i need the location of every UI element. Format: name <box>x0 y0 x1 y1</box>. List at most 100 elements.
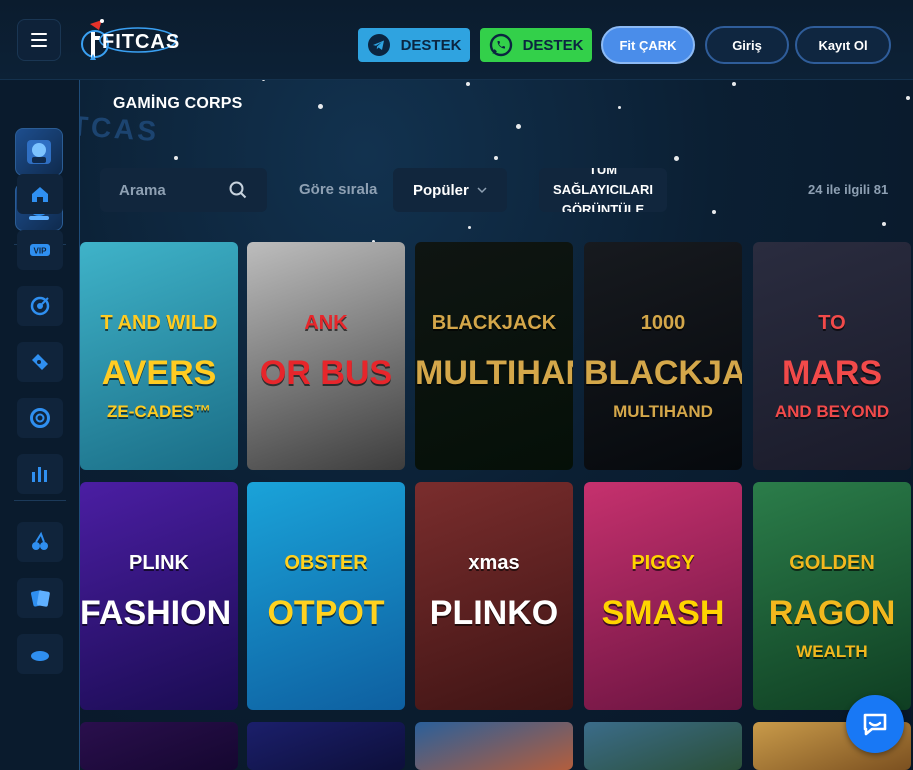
sidebar-item-vip[interactable]: VIP <box>17 230 63 270</box>
sidebar-item-cherry[interactable] <box>17 522 63 562</box>
snowflake <box>468 226 471 229</box>
game-title-line2: BLACKJACK <box>584 354 742 392</box>
sidebar-item-target[interactable] <box>17 286 63 326</box>
register-button[interactable]: Kayıt Ol <box>795 26 891 64</box>
game-title-line1: GOLDEN <box>789 552 875 574</box>
snowflake <box>906 96 910 100</box>
game-title-line3: AND BEYOND <box>774 402 890 421</box>
menu-line <box>31 45 47 47</box>
snowflake <box>466 82 470 86</box>
game-title-line1: TO <box>818 312 846 334</box>
game-title-line2: MULTIHAND <box>415 354 573 392</box>
game-title-line3: ZE-CADES™ <box>107 402 211 421</box>
sidebar-item-chart[interactable] <box>17 454 63 494</box>
game-title-line1: xmas <box>468 552 520 574</box>
menu-line <box>31 33 47 35</box>
telegram-support-button[interactable]: DESTEK <box>358 28 470 62</box>
menu-button[interactable] <box>17 19 61 61</box>
sidebar-item-cards[interactable] <box>17 578 63 618</box>
promo-tile-1[interactable] <box>15 128 63 176</box>
game-title-line2: PLINKO <box>429 594 559 632</box>
sidebar-item-lifebuoy[interactable] <box>17 398 63 438</box>
game-title-line2: AVERS <box>101 354 217 392</box>
search-field[interactable]: Arama <box>100 168 267 212</box>
logo-graphic: FITCAS <box>81 19 180 60</box>
provider-title: GAMİNG CORPS <box>113 95 243 112</box>
sidebar-item-more[interactable] <box>17 634 63 674</box>
game-card[interactable] <box>584 722 742 770</box>
telegram-icon <box>367 34 390 56</box>
chevron-down-icon <box>477 187 487 194</box>
game-card[interactable]: PLINK FASHION TV <box>80 482 238 710</box>
all-providers-label: TÜM SAĞLAYICILARI GÖRÜNTÜLE <box>553 168 653 212</box>
ticket-icon <box>32 354 48 370</box>
login-button[interactable]: Giriş <box>705 26 789 64</box>
sidebar-divider <box>14 500 66 501</box>
sort-value: Popüler <box>413 181 469 199</box>
logo-text: FITCAS <box>102 31 180 53</box>
game-card[interactable]: xmas PLINKO <box>415 482 573 710</box>
game-title-line2: MARS <box>781 354 883 392</box>
fit-cark-button[interactable]: Fit ÇARK <box>601 26 695 64</box>
whatsapp-support-button[interactable]: DESTEK <box>480 28 592 62</box>
lifebuoy-icon <box>30 408 50 428</box>
game-title-line1: OBSTER <box>284 552 368 574</box>
game-title-line1: PLINK <box>129 552 189 574</box>
game-title-line1: PIGGY <box>631 552 695 574</box>
game-title-line2: OR BUS <box>259 354 393 392</box>
site-logo[interactable]: FITCAS <box>80 18 180 64</box>
game-card[interactable]: OBSTER OTPOT <box>247 482 405 710</box>
game-card[interactable] <box>247 722 405 770</box>
left-sidebar: VIP <box>0 80 80 770</box>
snowflake <box>618 106 621 109</box>
telegram-support-label: DESTEK <box>400 36 462 54</box>
game-card[interactable] <box>415 722 573 770</box>
game-title-line2: OTPOT <box>267 594 385 632</box>
all-providers-button[interactable]: TÜM SAĞLAYICILARI GÖRÜNTÜLE <box>539 168 667 212</box>
whatsapp-icon <box>489 33 512 57</box>
game-title-line1: ANK <box>304 312 348 334</box>
search-placeholder: Arama <box>119 181 166 199</box>
game-title-line2: FASHION TV <box>80 594 238 632</box>
game-card[interactable]: T AND WILD AVERS ZE-CADES™ <box>80 242 238 470</box>
snowflake <box>174 156 178 160</box>
home-icon <box>32 187 48 202</box>
snowflake <box>516 124 521 129</box>
chat-icon <box>863 713 887 736</box>
sort-dropdown[interactable]: Popüler <box>393 168 507 212</box>
snowflake <box>494 156 498 160</box>
top-header: FITCAS DESTEK DESTEK Fit ÇARK Giriş Kayı… <box>0 0 913 80</box>
snowflake <box>674 156 679 161</box>
game-title-line1: T AND WILD <box>100 312 218 334</box>
sidebar-item-home[interactable] <box>17 174 63 214</box>
game-title-line3: MULTIHAND <box>613 402 713 421</box>
snowflake <box>712 210 716 214</box>
game-title-line1: BLACKJACK <box>431 312 557 334</box>
game-card[interactable]: BLACKJACK MULTIHAND <box>415 242 573 470</box>
snowflake <box>318 104 323 109</box>
game-card[interactable]: PIGGY SMASH <box>584 482 742 710</box>
game-card[interactable] <box>80 722 238 770</box>
live-chat-button[interactable] <box>846 695 904 753</box>
target-icon <box>30 296 50 316</box>
snowflake <box>882 222 886 226</box>
sidebar-item-ticket[interactable] <box>17 342 63 382</box>
vip-icon: VIP <box>30 244 50 256</box>
game-card[interactable]: GOLDEN RAGON WEALTH <box>753 482 911 710</box>
page-root: FITCAS FITCAS DESTEK DESTEK Fit ÇARK Gir… <box>0 0 913 770</box>
result-count: 24 ile ilgili 81 <box>808 182 889 197</box>
promo-character-icon <box>27 140 51 164</box>
game-title-line1: 1000 <box>640 312 686 334</box>
game-card[interactable]: ANK OR BUS <box>247 242 405 470</box>
search-icon[interactable] <box>229 181 247 199</box>
cards-icon <box>31 590 50 607</box>
game-title-line3: WEALTH <box>796 642 868 661</box>
game-card[interactable]: 1000 BLACKJACK MULTIHAND <box>584 242 742 470</box>
vip-badge-text: VIP <box>34 247 48 256</box>
whatsapp-support-label: DESTEK <box>522 36 584 54</box>
game-card[interactable]: TO MARS AND BEYOND <box>753 242 911 470</box>
cherry-icon <box>32 531 48 550</box>
snowflake <box>732 82 736 86</box>
chart-icon <box>32 467 47 482</box>
game-title-line2: SMASH <box>601 594 725 632</box>
